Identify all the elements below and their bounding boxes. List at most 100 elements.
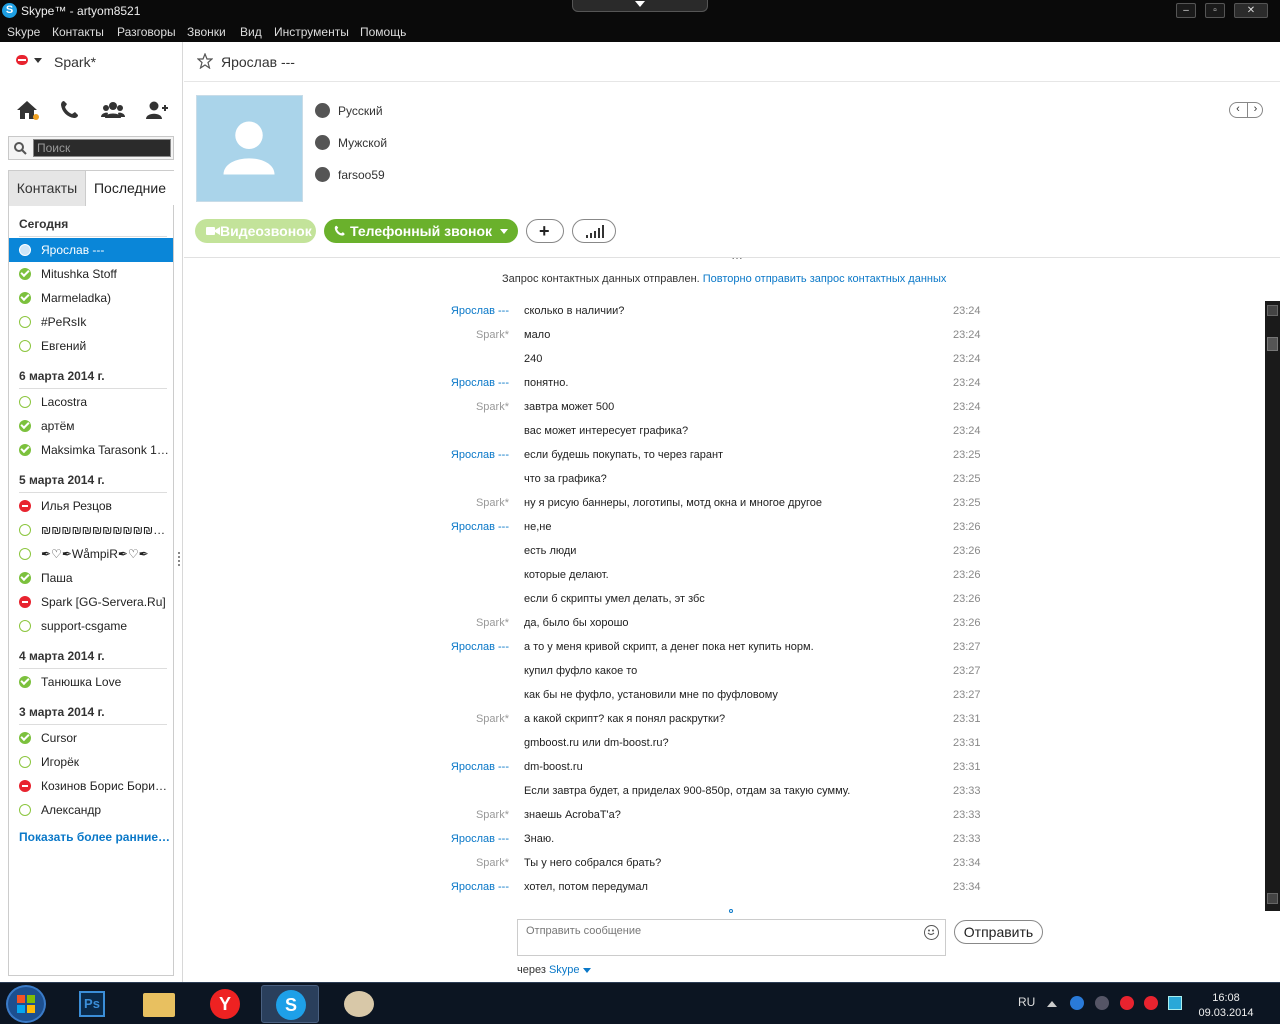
- via-skype-link[interactable]: Skype: [549, 964, 580, 976]
- contact-item[interactable]: артём: [9, 414, 173, 438]
- message-sender[interactable]: Ярослав ---: [451, 833, 509, 845]
- contact-item[interactable]: Евгений: [9, 334, 173, 358]
- message-text: не,не: [524, 521, 552, 533]
- start-button[interactable]: [6, 985, 46, 1023]
- contact-item[interactable]: Илья Резцов: [9, 494, 173, 518]
- window-title: Skype™ - artyom8521: [21, 4, 141, 18]
- contact-item[interactable]: Игорёк: [9, 750, 173, 774]
- menu-calls[interactable]: Звонки: [187, 25, 226, 39]
- group-icon[interactable]: [101, 99, 125, 121]
- chat-scrollbar[interactable]: [1265, 301, 1280, 911]
- message-sender[interactable]: Ярослав ---: [451, 377, 509, 389]
- network-tray-icon[interactable]: [1168, 996, 1182, 1010]
- chevron-right-icon[interactable]: ›: [1247, 103, 1263, 117]
- recent-contact-list: Сегодня Ярослав --- Mitushka Stoff Marme…: [8, 205, 174, 976]
- minimize-button[interactable]: –: [1176, 3, 1196, 18]
- skype-busy-tray-icon[interactable]: [1144, 996, 1158, 1010]
- scroll-thumb[interactable]: [1267, 337, 1278, 351]
- paint-palette-icon: [344, 991, 374, 1017]
- message-sender[interactable]: Spark*: [476, 809, 509, 821]
- menu-contacts[interactable]: Контакты: [52, 25, 104, 39]
- add-contact-icon[interactable]: [145, 99, 169, 121]
- taskbar-explorer[interactable]: [129, 985, 187, 1023]
- show-earlier-link[interactable]: Показать более ранние…: [19, 830, 170, 844]
- message-sender[interactable]: Spark*: [476, 497, 509, 509]
- contact-name: Cursor: [41, 731, 78, 745]
- show-hidden-icons-arrow[interactable]: [1047, 997, 1057, 1007]
- emoticon-icon[interactable]: [924, 925, 939, 940]
- video-call-button[interactable]: Видеозвонок: [195, 219, 316, 243]
- language-indicator[interactable]: RU: [1018, 995, 1035, 1009]
- contact-item[interactable]: Maksimka Tarasonk 1337…: [9, 438, 173, 462]
- message-sender[interactable]: Ярослав ---: [451, 305, 509, 317]
- message-sender[interactable]: Ярослав ---: [451, 521, 509, 533]
- contact-item[interactable]: ₪₪₪₪₪₪₪₪₪₪₪₪₪₪₪…: [9, 518, 173, 542]
- message-time: 23:24: [953, 425, 981, 437]
- contact-item[interactable]: Танюшка Love: [9, 670, 173, 694]
- dropdown-tab[interactable]: [572, 0, 708, 12]
- message-input[interactable]: [517, 919, 946, 956]
- contact-item[interactable]: Александр: [9, 798, 173, 822]
- contact-item[interactable]: Паша: [9, 566, 173, 590]
- header-resize-handle[interactable]: …: [731, 248, 744, 262]
- tab-contacts[interactable]: Контакты: [9, 171, 85, 206]
- chevron-down-icon[interactable]: [500, 229, 508, 234]
- maximize-button[interactable]: ▫: [1205, 3, 1225, 18]
- menu-help[interactable]: Помощь: [360, 25, 406, 39]
- menu-view[interactable]: Вид: [240, 25, 262, 39]
- tab-recent[interactable]: Последние: [85, 171, 174, 206]
- contact-item[interactable]: Spark [GG-Servera.Ru]: [9, 590, 173, 614]
- message-sender[interactable]: Spark*: [476, 857, 509, 869]
- phone-icon[interactable]: [58, 99, 82, 121]
- message-sender[interactable]: Ярослав ---: [451, 449, 509, 461]
- chevron-down-icon[interactable]: [582, 967, 591, 973]
- message-sender[interactable]: Spark*: [476, 617, 509, 629]
- add-to-call-button[interactable]: +: [526, 219, 564, 243]
- message-text: купил фуфло какое то: [524, 665, 638, 677]
- group-divider: [19, 724, 167, 725]
- send-button[interactable]: Отправить: [954, 920, 1043, 944]
- call-quality-button[interactable]: [572, 219, 616, 243]
- contact-item[interactable]: #PeRsIk: [9, 310, 173, 334]
- pane-resize-handle[interactable]: [178, 552, 181, 566]
- chevron-left-icon[interactable]: ‹: [1230, 103, 1246, 117]
- scroll-down-arrow[interactable]: [1267, 893, 1278, 904]
- taskbar-skype[interactable]: S: [261, 985, 319, 1023]
- contact-item[interactable]: support-csgame: [9, 614, 173, 638]
- taskbar-clock[interactable]: 16:08 09.03.2014: [1193, 991, 1259, 1021]
- taskbar-photoshop[interactable]: Ps: [63, 985, 121, 1023]
- contact-item[interactable]: Lacostra: [9, 390, 173, 414]
- scroll-up-arrow[interactable]: [1267, 305, 1278, 316]
- menu-conversations[interactable]: Разговоры: [117, 25, 176, 39]
- close-button[interactable]: ✕: [1234, 3, 1268, 18]
- home-icon[interactable]: [15, 99, 39, 121]
- phone-call-button[interactable]: Телефонный звонок: [324, 219, 518, 243]
- favorite-star-icon[interactable]: [197, 53, 213, 69]
- menu-tools[interactable]: Инструменты: [274, 25, 349, 39]
- chat-title: Ярослав ---: [221, 54, 295, 70]
- message-sender[interactable]: Ярослав ---: [451, 881, 509, 893]
- message-sender[interactable]: Spark*: [476, 329, 509, 341]
- menu-skype[interactable]: Skype: [7, 25, 40, 39]
- message-sender[interactable]: Spark*: [476, 401, 509, 413]
- message-sender[interactable]: Spark*: [476, 713, 509, 725]
- contact-item[interactable]: Mitushka Stoff: [9, 262, 173, 286]
- profile-nav-arrows: ‹ ›: [1229, 102, 1263, 118]
- contact-item[interactable]: Козинов Борис Борисов…: [9, 774, 173, 798]
- message-sender[interactable]: Ярослав ---: [451, 761, 509, 773]
- search-input[interactable]: [33, 139, 171, 157]
- taskbar-yandex-browser[interactable]: Y: [196, 985, 254, 1023]
- resend-request-link[interactable]: Повторно отправить запрос контактных дан…: [703, 273, 947, 285]
- info-tray-icon[interactable]: [1070, 996, 1084, 1010]
- contact-item[interactable]: Cursor: [9, 726, 173, 750]
- steam-tray-icon[interactable]: [1095, 996, 1109, 1010]
- contact-item[interactable]: ✒♡✒WåmpiR✒♡✒: [9, 542, 173, 566]
- input-resize-handle[interactable]: [729, 909, 733, 913]
- skype-busy-tray-icon[interactable]: [1120, 996, 1134, 1010]
- contact-item[interactable]: Ярослав ---: [9, 238, 173, 262]
- taskbar-paint[interactable]: [330, 985, 388, 1023]
- message-sender[interactable]: Ярослав ---: [451, 641, 509, 653]
- message-row: Ярослав --- если будешь покупать, то чере…: [184, 448, 1280, 472]
- busy-status-icon: [16, 55, 28, 65]
- contact-item[interactable]: Marmeladka): [9, 286, 173, 310]
